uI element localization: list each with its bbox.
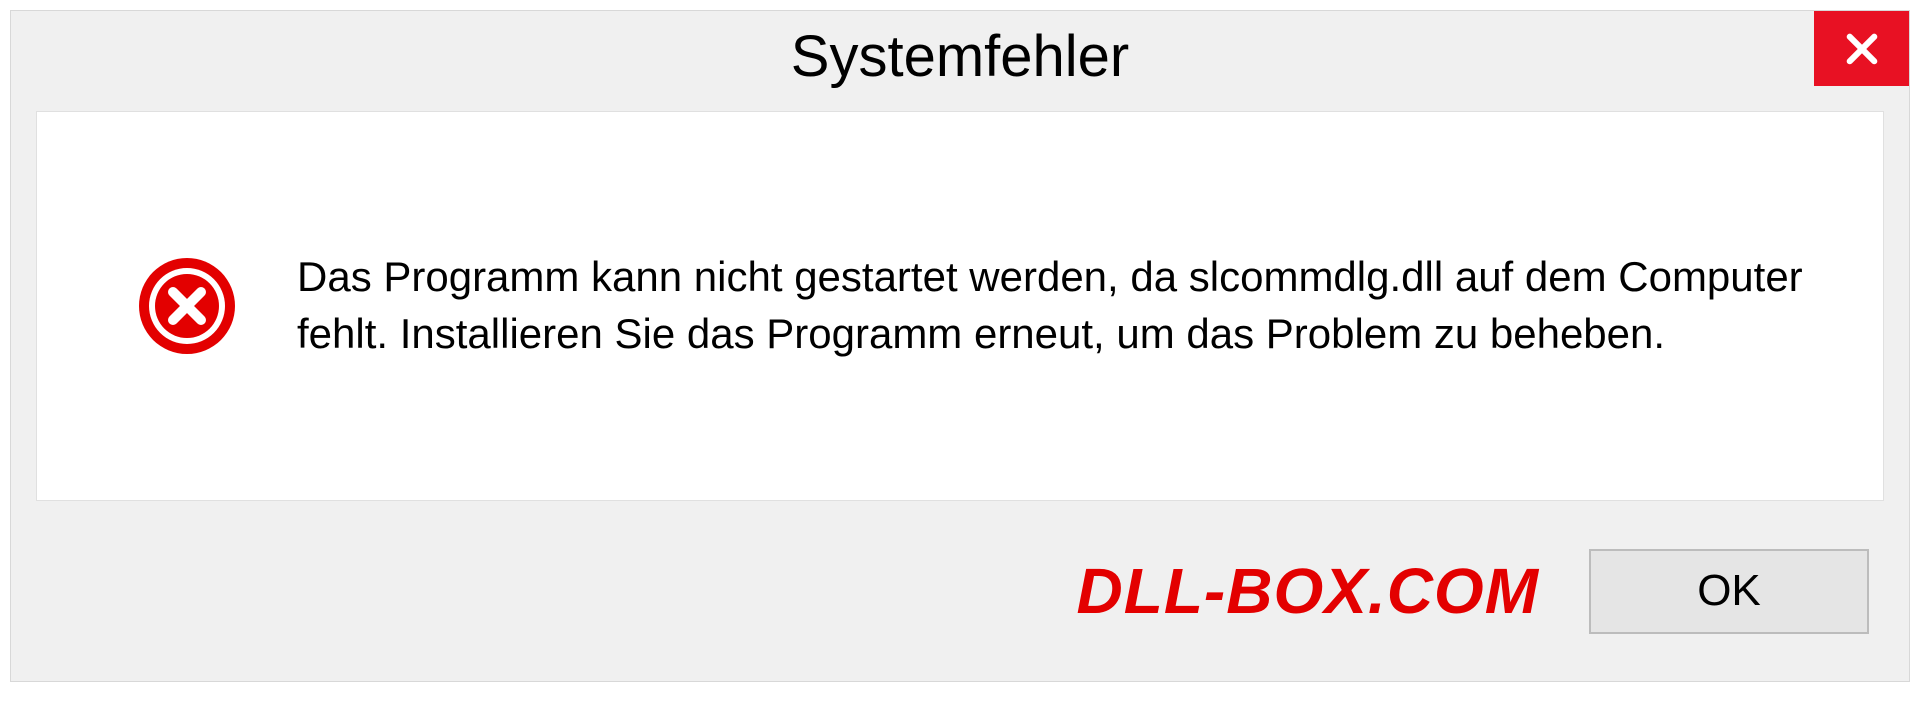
close-button[interactable] [1814,11,1909,86]
dialog-title: Systemfehler [791,23,1129,90]
close-icon [1841,28,1883,70]
error-message: Das Programm kann nicht gestartet werden… [297,249,1843,362]
ok-button[interactable]: OK [1589,549,1869,634]
titlebar: Systemfehler [11,11,1909,101]
dialog-footer: DLL-BOX.COM OK [11,521,1909,681]
watermark-text: DLL-BOX.COM [1077,554,1540,628]
content-panel: Das Programm kann nicht gestartet werden… [36,111,1884,501]
error-dialog: Systemfehler Das Programm kann nicht ges… [10,10,1910,682]
error-icon [137,256,237,356]
